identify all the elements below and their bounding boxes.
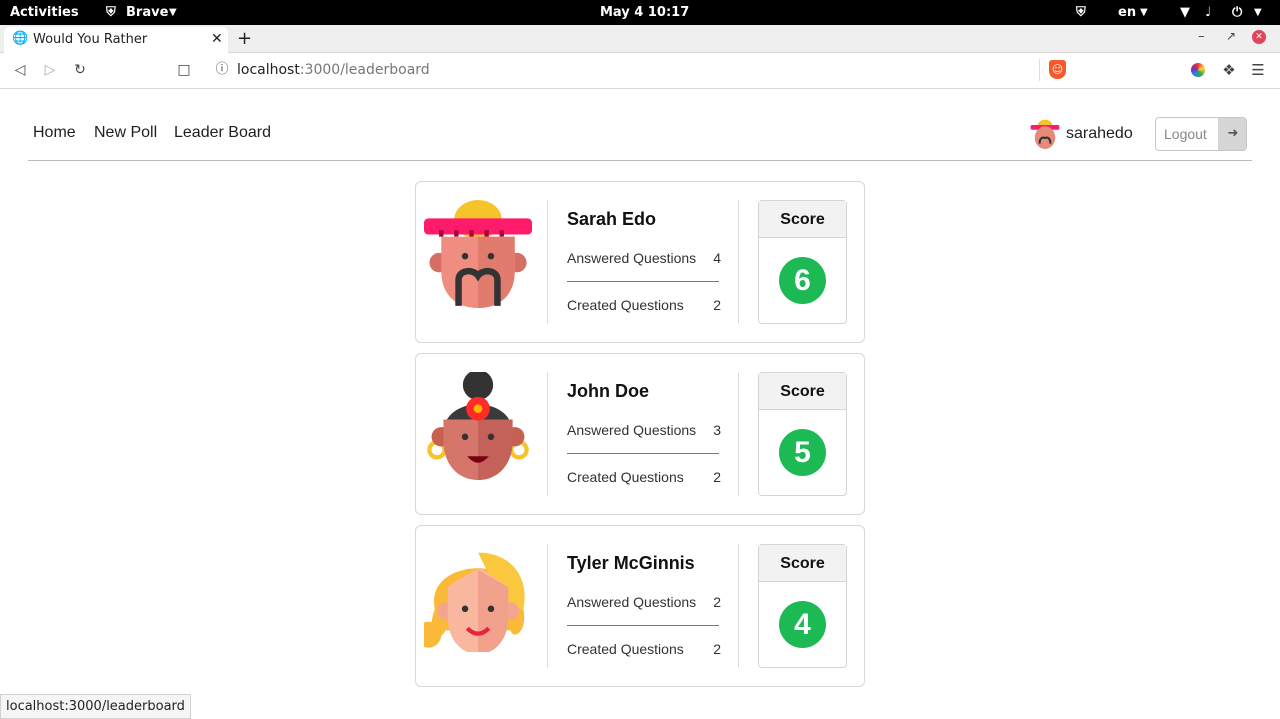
answered-label: Answered Questions (567, 594, 697, 610)
back-icon[interactable]: ◁ (10, 60, 30, 80)
minimize-icon[interactable]: – (1198, 29, 1205, 44)
divider (738, 200, 739, 324)
divider (547, 200, 548, 324)
rewards-icon[interactable] (1191, 63, 1205, 77)
answered-count: 2 (713, 594, 721, 610)
score-header: Score (759, 545, 846, 582)
user-name: Sarah Edo (567, 209, 657, 229)
header-divider (28, 160, 1252, 161)
page-content: Home New Poll Leader Board sarahedo Logo… (0, 89, 1280, 719)
language-indicator[interactable]: en (1118, 5, 1136, 20)
tab-title: Would You Rather (33, 32, 148, 47)
power-icon[interactable]: ⏻ (1232, 5, 1242, 20)
answered-row: Answered Questions 4 (567, 250, 721, 266)
logout-icon: ➜ (1218, 118, 1246, 150)
forward-icon[interactable]: ▷ (40, 60, 60, 80)
url-path: :3000/leaderboard (299, 62, 430, 78)
answered-row: Answered Questions 2 (567, 594, 721, 610)
score-value: 4 (779, 601, 826, 648)
score-header: Score (759, 373, 846, 410)
leaderboard-card: Sarah Edo Answered Questions 4 Created Qu… (415, 181, 865, 343)
created-row: Created Questions 2 (567, 641, 721, 657)
avatar (1030, 119, 1060, 149)
volume-icon[interactable]: ♩ (1205, 5, 1211, 20)
nav-leader-board[interactable]: Leader Board (174, 124, 271, 142)
created-count: 2 (713, 641, 721, 657)
tab-bar: 🌐 Would You Rather ✕ + – ↗ ✕ (0, 25, 1280, 53)
score-header: Score (759, 201, 846, 238)
bookmark-icon[interactable]: □ (174, 60, 194, 80)
divider (567, 281, 719, 282)
extensions-icon[interactable]: ❖ (1219, 60, 1239, 80)
info-icon[interactable]: ⓘ (212, 60, 232, 80)
score-value: 6 (779, 257, 826, 304)
avatar (424, 200, 532, 308)
shield-icon[interactable]: ⛨ (1076, 5, 1086, 20)
divider (547, 372, 548, 496)
wifi-icon[interactable]: ▼ (1180, 5, 1190, 20)
created-row: Created Questions 2 (567, 297, 721, 313)
url-bar[interactable]: localhost:3000/leaderboard (237, 62, 430, 78)
brave-shield-icon[interactable]: ☺ (1049, 60, 1066, 79)
menu-icon[interactable]: ☰ (1248, 60, 1268, 80)
user-name: John Doe (567, 381, 650, 401)
username: sarahedo (1066, 125, 1133, 142)
created-label: Created Questions (567, 297, 684, 313)
divider (1039, 59, 1040, 81)
score-box: Score 4 (758, 544, 847, 668)
globe-icon: 🌐 (12, 31, 29, 46)
score-value: 5 (779, 429, 826, 476)
restore-icon[interactable]: ↗ (1226, 29, 1236, 43)
status-bar-url: localhost:3000/leaderboard (0, 694, 191, 719)
answered-label: Answered Questions (567, 422, 697, 438)
divider (547, 544, 548, 668)
nav-home[interactable]: Home (33, 124, 76, 142)
answered-count: 4 (713, 250, 721, 266)
leaderboard-card: John Doe Answered Questions 3 Created Que… (415, 353, 865, 515)
avatar (427, 372, 529, 480)
created-label: Created Questions (567, 641, 684, 657)
created-count: 2 (713, 469, 721, 485)
chevron-down-icon: ▼ (1254, 7, 1262, 18)
chevron-down-icon: ▼ (1140, 7, 1148, 18)
divider (738, 544, 739, 668)
app-menu-label[interactable]: Brave (126, 5, 168, 20)
system-top-bar: Activities ⛨ Brave ▼ May 4 10:17 ⛨ en ▼ … (0, 0, 1280, 25)
created-label: Created Questions (567, 469, 684, 485)
answered-label: Answered Questions (567, 250, 697, 266)
user-name: Tyler McGinnis (567, 553, 695, 573)
reload-icon[interactable]: ↻ (70, 60, 90, 80)
close-window-icon[interactable]: ✕ (1252, 30, 1266, 44)
created-row: Created Questions 2 (567, 469, 721, 485)
answered-count: 3 (713, 422, 721, 438)
brave-icon: ⛨ (106, 5, 116, 20)
created-count: 2 (713, 297, 721, 313)
activities-button[interactable]: Activities (10, 5, 79, 20)
divider (738, 372, 739, 496)
new-tab-button[interactable]: + (237, 28, 252, 49)
score-box: Score 6 (758, 200, 847, 324)
leaderboard-card: Tyler McGinnis Answered Questions 2 Creat… (415, 525, 865, 687)
browser-toolbar: ◁ ▷ ↻ □ ⓘ localhost:3000/leaderboard ☺ ❖… (0, 53, 1280, 89)
answered-row: Answered Questions 3 (567, 422, 721, 438)
score-box: Score 5 (758, 372, 847, 496)
logout-label: Logout (1164, 126, 1207, 142)
url-host: localhost (237, 62, 300, 78)
divider (567, 625, 719, 626)
nav-new-poll[interactable]: New Poll (94, 124, 157, 142)
logout-button[interactable]: Logout ➜ (1155, 117, 1247, 151)
chevron-down-icon: ▼ (169, 7, 177, 18)
divider (567, 453, 719, 454)
close-icon[interactable]: ✕ (211, 31, 223, 47)
tab-would-you-rather[interactable]: 🌐 Would You Rather ✕ (4, 27, 228, 53)
avatar (424, 552, 525, 652)
clock[interactable]: May 4 10:17 (600, 5, 689, 20)
